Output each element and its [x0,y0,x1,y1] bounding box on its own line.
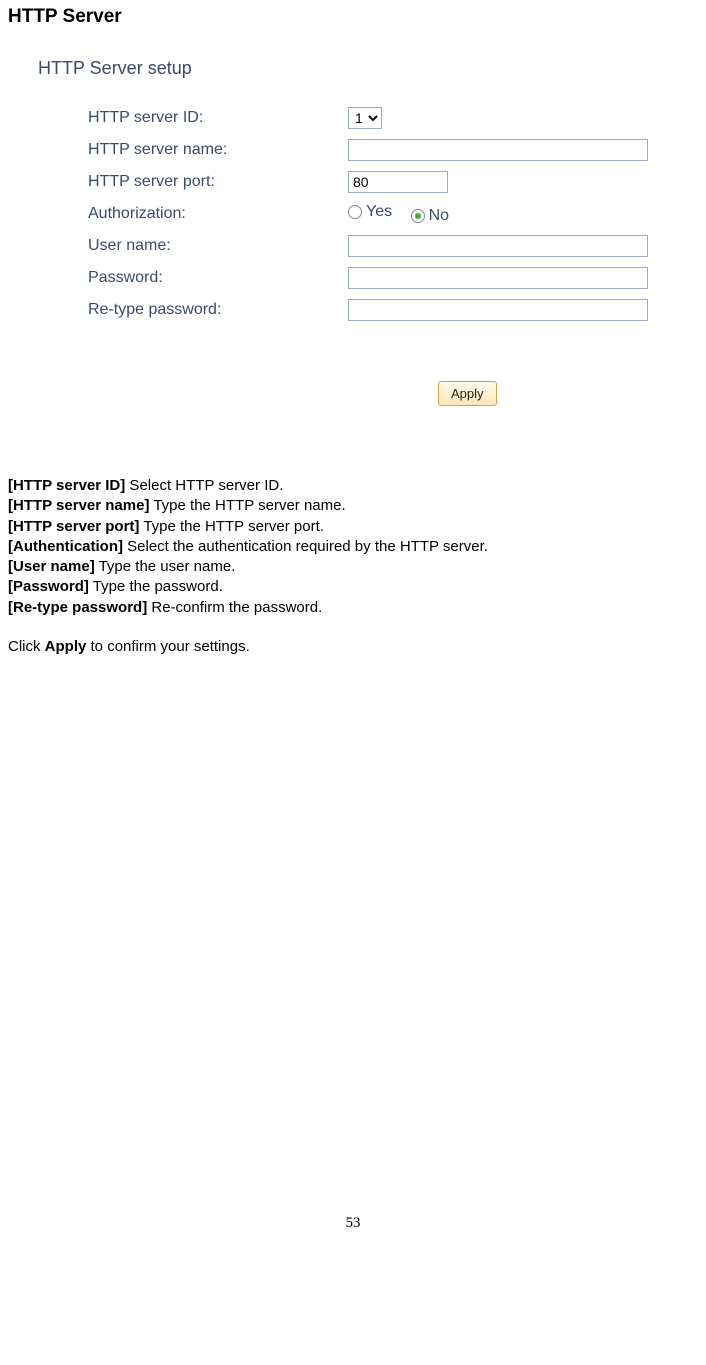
label-user-name: User name: [88,237,348,255]
description-label: [HTTP server name] [8,497,149,514]
field-descriptions: [HTTP server ID] Select HTTP server ID.[… [8,476,698,618]
radio-icon [411,209,425,223]
description-label: [User name] [8,558,95,575]
user-name-input[interactable] [348,235,648,257]
label-password: Password: [88,269,348,287]
description-line: [HTTP server name] Type the HTTP server … [8,496,698,516]
description-line: [HTTP server ID] Select HTTP server ID. [8,476,698,496]
description-text: Type the HTTP server port. [139,518,324,535]
description-label: [HTTP server ID] [8,477,125,494]
label-server-name: HTTP server name: [88,141,348,159]
retype-password-input[interactable] [348,299,648,321]
label-server-port: HTTP server port: [88,173,348,191]
server-port-input[interactable] [348,171,448,193]
server-name-input[interactable] [348,139,648,161]
description-label: [HTTP server port] [8,518,139,535]
description-line: [User name] Type the user name. [8,557,698,577]
closing-suffix: to confirm your settings. [86,638,249,655]
description-line: [Authentication] Select the authenticati… [8,537,698,557]
authorization-yes-radio[interactable]: Yes [348,203,392,221]
closing-bold: Apply [45,638,87,655]
label-retype-password: Re-type password: [88,301,348,319]
apply-button[interactable]: Apply [438,381,497,406]
authorization-no-label: No [429,207,449,225]
description-line: [HTTP server port] Type the HTTP server … [8,517,698,537]
radio-selected-icon [415,213,421,219]
description-label: [Re-type password] [8,599,147,616]
description-text: Select the authentication required by th… [123,538,488,555]
radio-icon [348,205,362,219]
setup-heading: HTTP Server setup [38,58,698,79]
page-title: HTTP Server [8,6,698,28]
closing-prefix: Click [8,638,45,655]
form-grid: HTTP server ID: 1 HTTP server name: HTTP… [88,107,698,321]
description-label: [Authentication] [8,538,123,555]
page-number: 53 [8,1215,698,1252]
description-label: [Password] [8,578,89,595]
http-server-setup-screenshot: HTTP Server setup HTTP server ID: 1 HTTP… [38,58,698,406]
description-text: Type the user name. [95,558,236,575]
description-text: Type the password. [89,578,223,595]
authorization-no-radio[interactable]: No [411,207,449,225]
description-text: Select HTTP server ID. [125,477,283,494]
description-line: [Password] Type the password. [8,577,698,597]
description-line: [Re-type password] Re-confirm the passwo… [8,598,698,618]
password-input[interactable] [348,267,648,289]
server-id-select[interactable]: 1 [348,107,382,129]
closing-instruction: Click Apply to confirm your settings. [8,638,698,655]
description-text: Type the HTTP server name. [149,497,345,514]
label-authorization: Authorization: [88,205,348,223]
description-text: Re-confirm the password. [147,599,322,616]
label-server-id: HTTP server ID: [88,109,348,127]
authorization-yes-label: Yes [366,203,392,221]
